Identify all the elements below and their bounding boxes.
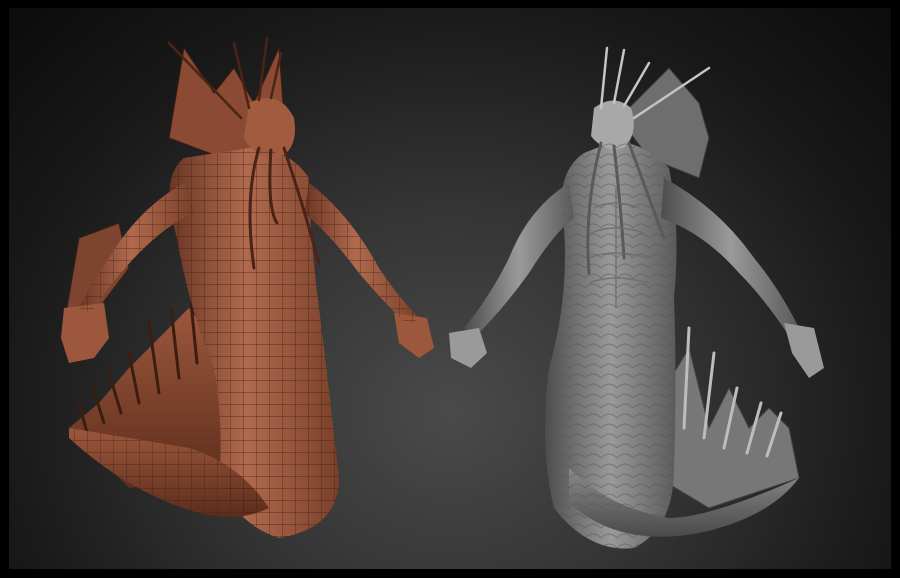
wireframe-creature [61,36,434,538]
sculpted-creature [449,46,824,549]
render-viewport [9,8,891,569]
image-frame [0,0,900,578]
render-scene [61,36,824,549]
